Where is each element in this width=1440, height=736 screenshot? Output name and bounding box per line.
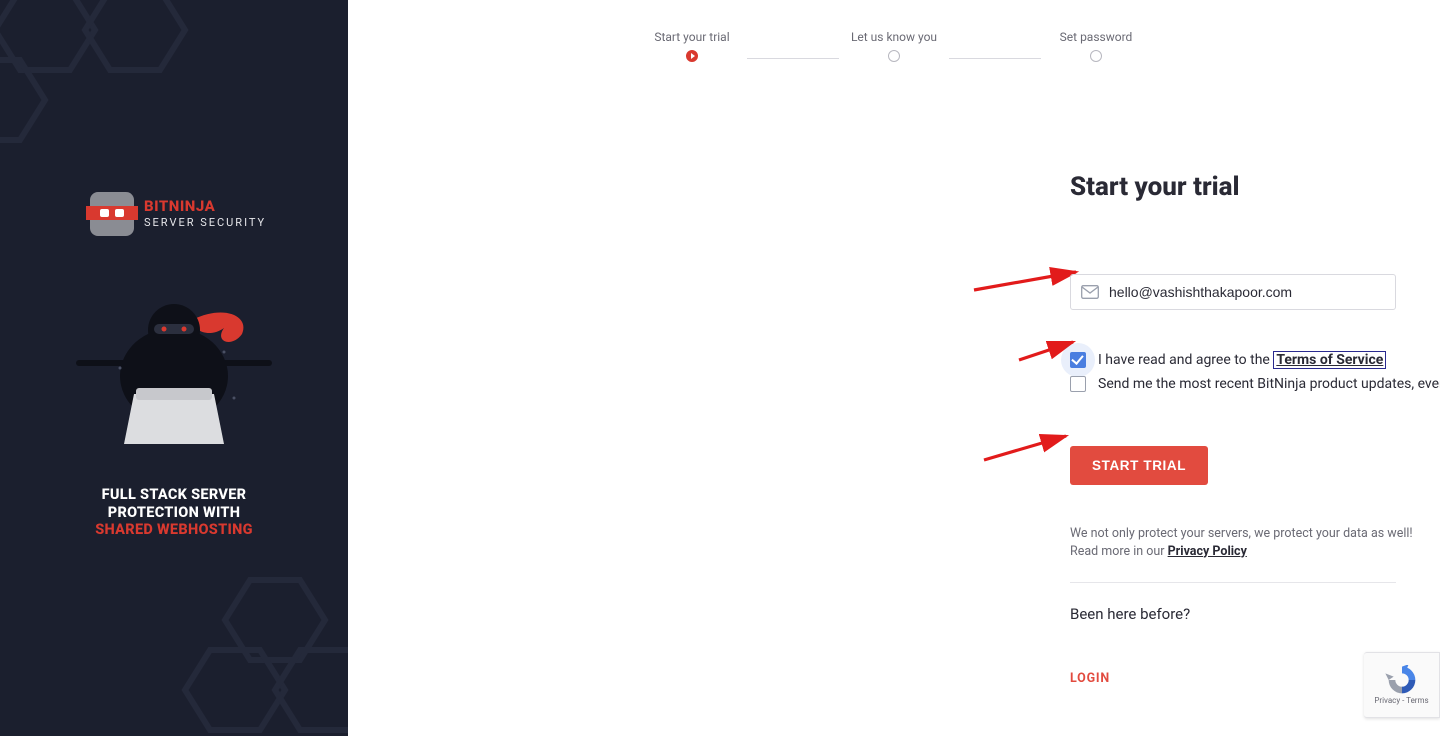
tos-checkbox[interactable]	[1070, 352, 1086, 368]
brand-name: BITNINJA	[144, 199, 266, 215]
newsletter-checkbox[interactable]	[1070, 376, 1086, 392]
step-dot-icon	[1090, 50, 1102, 62]
step-label: Start your trial	[654, 30, 729, 44]
tagline-line3: SHARED WEBHOSTING	[95, 521, 253, 538]
signup-form: Start your trial I have read and agree t…	[1070, 172, 1440, 686]
tos-link[interactable]: Terms of Service	[1273, 351, 1386, 369]
been-here-text: Been here before?	[1070, 605, 1440, 623]
sidebar: BITNINJA SERVER SECURITY	[0, 0, 348, 736]
recaptcha-badge[interactable]: Privacy - Terms	[1364, 652, 1440, 718]
step-connector	[747, 58, 839, 59]
ninja-illustration	[64, 298, 284, 462]
tos-checkbox-row[interactable]: I have read and agree to the Terms of Se…	[1070, 352, 1440, 368]
annotation-arrow	[978, 426, 1076, 466]
fineprint-line1: We not only protect your servers, we pro…	[1070, 525, 1440, 543]
tagline-line2: PROTECTION WITH	[108, 504, 240, 521]
fineprint-line2-prefix: Read more in our	[1070, 544, 1168, 559]
newsletter-label: Send me the most recent BitNinja product…	[1098, 376, 1440, 392]
recaptcha-icon	[1385, 665, 1419, 695]
form-heading: Start your trial	[1070, 172, 1440, 202]
newsletter-checkbox-row[interactable]: Send me the most recent BitNinja product…	[1070, 376, 1440, 392]
tagline: FULL STACK SERVER PROTECTION WITH SHARED…	[44, 486, 304, 539]
recaptcha-caption[interactable]: Privacy - Terms	[1374, 697, 1428, 706]
tos-label: I have read and agree to the Terms of Se…	[1098, 352, 1386, 368]
login-link[interactable]: LOGIN	[1070, 671, 1110, 686]
step-dot-icon	[888, 50, 900, 62]
step-let-us-know-you[interactable]: Let us know you	[839, 30, 949, 62]
email-input[interactable]	[1109, 284, 1385, 300]
brand-logo: BITNINJA SERVER SECURITY	[90, 192, 266, 236]
fineprint: We not only protect your servers, we pro…	[1070, 525, 1440, 560]
step-label: Set password	[1060, 30, 1133, 44]
ninja-mark-icon	[90, 192, 134, 236]
progress-stepper: Start your trial Let us know you Set pas…	[637, 30, 1151, 62]
brand-subtitle: SERVER SECURITY	[144, 217, 266, 229]
main-content: Start your trial Let us know you Set pas…	[348, 0, 1440, 736]
tagline-line1: FULL STACK SERVER	[102, 486, 247, 503]
step-connector	[949, 58, 1041, 59]
mail-icon	[1081, 285, 1099, 299]
start-trial-button[interactable]: START TRIAL	[1070, 446, 1208, 485]
divider	[1070, 582, 1396, 583]
tos-prefix-text: I have read and agree to the	[1098, 352, 1273, 368]
step-start-trial[interactable]: Start your trial	[637, 30, 747, 62]
step-label: Let us know you	[851, 30, 937, 44]
email-field-wrap[interactable]	[1070, 274, 1396, 310]
step-dot-icon	[686, 50, 698, 62]
privacy-policy-link[interactable]: Privacy Policy	[1168, 544, 1247, 559]
step-set-password[interactable]: Set password	[1041, 30, 1151, 62]
